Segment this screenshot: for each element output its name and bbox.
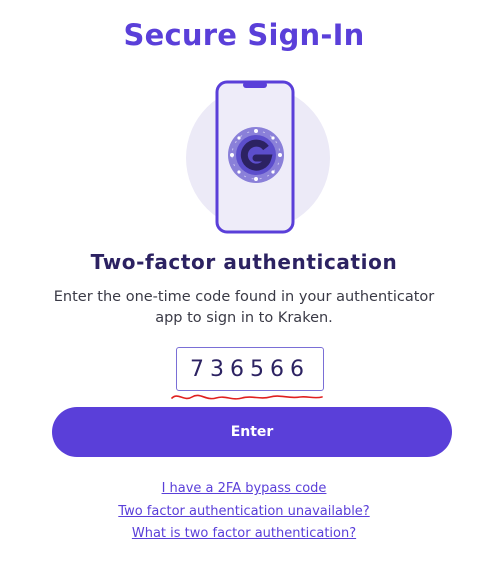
- enter-button[interactable]: Enter: [52, 407, 452, 457]
- what-is-twofa-link[interactable]: What is two factor authentication?: [0, 523, 488, 546]
- bypass-code-link[interactable]: I have a 2FA bypass code: [0, 478, 488, 501]
- instructions-text: Enter the one-time code found in your au…: [53, 289, 435, 326]
- phone-authenticator-icon: [186, 80, 330, 234]
- section-heading: Two-factor authentication: [90, 250, 398, 274]
- twofa-unavailable-link[interactable]: Two factor authentication unavailable?: [0, 501, 488, 524]
- code-input[interactable]: [176, 347, 324, 391]
- help-links: I have a 2FA bypass code Two factor auth…: [0, 478, 488, 546]
- phone-notch: [243, 82, 267, 88]
- sign-in-page: Secure Sign-In Two-factor authentication…: [0, 0, 488, 572]
- red-annotation-scribble: [171, 394, 323, 400]
- page-title: Secure Sign-In: [123, 18, 365, 52]
- authenticator-badge: [228, 127, 284, 183]
